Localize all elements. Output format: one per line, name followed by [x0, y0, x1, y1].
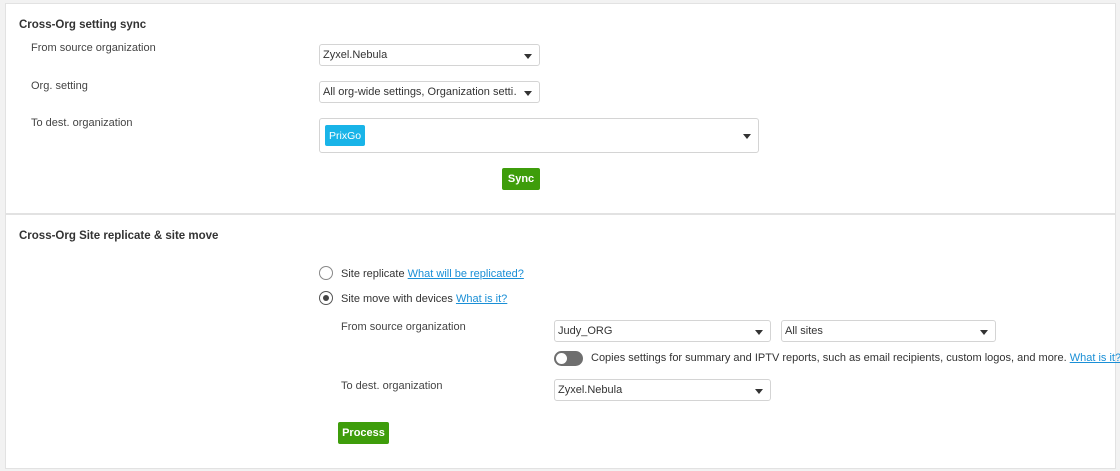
source-org-label: From source organization: [31, 42, 156, 54]
org-setting-value: All org-wide settings, Organization sett…: [323, 86, 517, 98]
org-setting-label: Org. setting: [31, 80, 88, 92]
toggle-knob: [556, 353, 567, 364]
section-title: Cross-Org Site replicate & site move: [19, 230, 219, 242]
chevron-down-icon: [743, 134, 751, 139]
sites-select[interactable]: All sites: [781, 320, 996, 342]
cross-org-setting-sync-panel: Cross-Org setting sync From source organ…: [5, 3, 1116, 214]
site-replicate-radio[interactable]: [319, 266, 333, 280]
site-move-option: Site move with devices What is it?: [341, 293, 507, 305]
move-dest-org-select[interactable]: Zyxel.Nebula: [554, 379, 771, 401]
move-dest-org-value: Zyxel.Nebula: [558, 384, 623, 396]
chevron-down-icon: [980, 330, 988, 335]
site-move-label: Site move with devices: [341, 293, 453, 305]
what-will-be-replicated-link[interactable]: What will be replicated?: [408, 268, 524, 280]
dest-org-label: To dest. organization: [31, 117, 133, 129]
chevron-down-icon: [524, 91, 532, 96]
site-move-radio[interactable]: [319, 291, 333, 305]
chevron-down-icon: [755, 389, 763, 394]
copy-settings-text: Copies settings for summary and IPTV rep…: [591, 352, 1067, 364]
sites-value: All sites: [785, 325, 823, 337]
copy-settings-what-is-it-link[interactable]: What is it?: [1070, 352, 1120, 364]
cross-org-site-replicate-panel: Cross-Org Site replicate & site move Sit…: [5, 214, 1120, 469]
dest-org-tag[interactable]: PrixGo: [325, 125, 366, 146]
move-source-org-value: Judy_ORG: [558, 325, 613, 337]
section-title: Cross-Org setting sync: [19, 19, 147, 31]
move-source-org-label: From source organization: [341, 321, 466, 333]
move-dest-org-label: To dest. organization: [341, 380, 443, 392]
chevron-down-icon: [755, 330, 763, 335]
site-replicate-option: Site replicate What will be replicated?: [341, 268, 524, 280]
source-org-value: Zyxel.Nebula: [323, 49, 388, 61]
chevron-down-icon: [524, 54, 532, 59]
process-button[interactable]: Process: [338, 422, 389, 444]
move-source-org-select[interactable]: Judy_ORG: [554, 320, 771, 342]
source-org-select[interactable]: Zyxel.Nebula: [319, 44, 540, 66]
org-setting-select[interactable]: All org-wide settings, Organization sett…: [319, 81, 540, 103]
sync-button[interactable]: Sync: [502, 168, 540, 190]
site-move-what-is-it-link[interactable]: What is it?: [456, 293, 507, 305]
site-replicate-label: Site replicate: [341, 268, 405, 280]
copy-settings-toggle[interactable]: [554, 351, 583, 366]
copy-settings-description: Copies settings for summary and IPTV rep…: [591, 352, 1120, 364]
dest-org-multiselect[interactable]: PrixGo: [319, 118, 759, 153]
